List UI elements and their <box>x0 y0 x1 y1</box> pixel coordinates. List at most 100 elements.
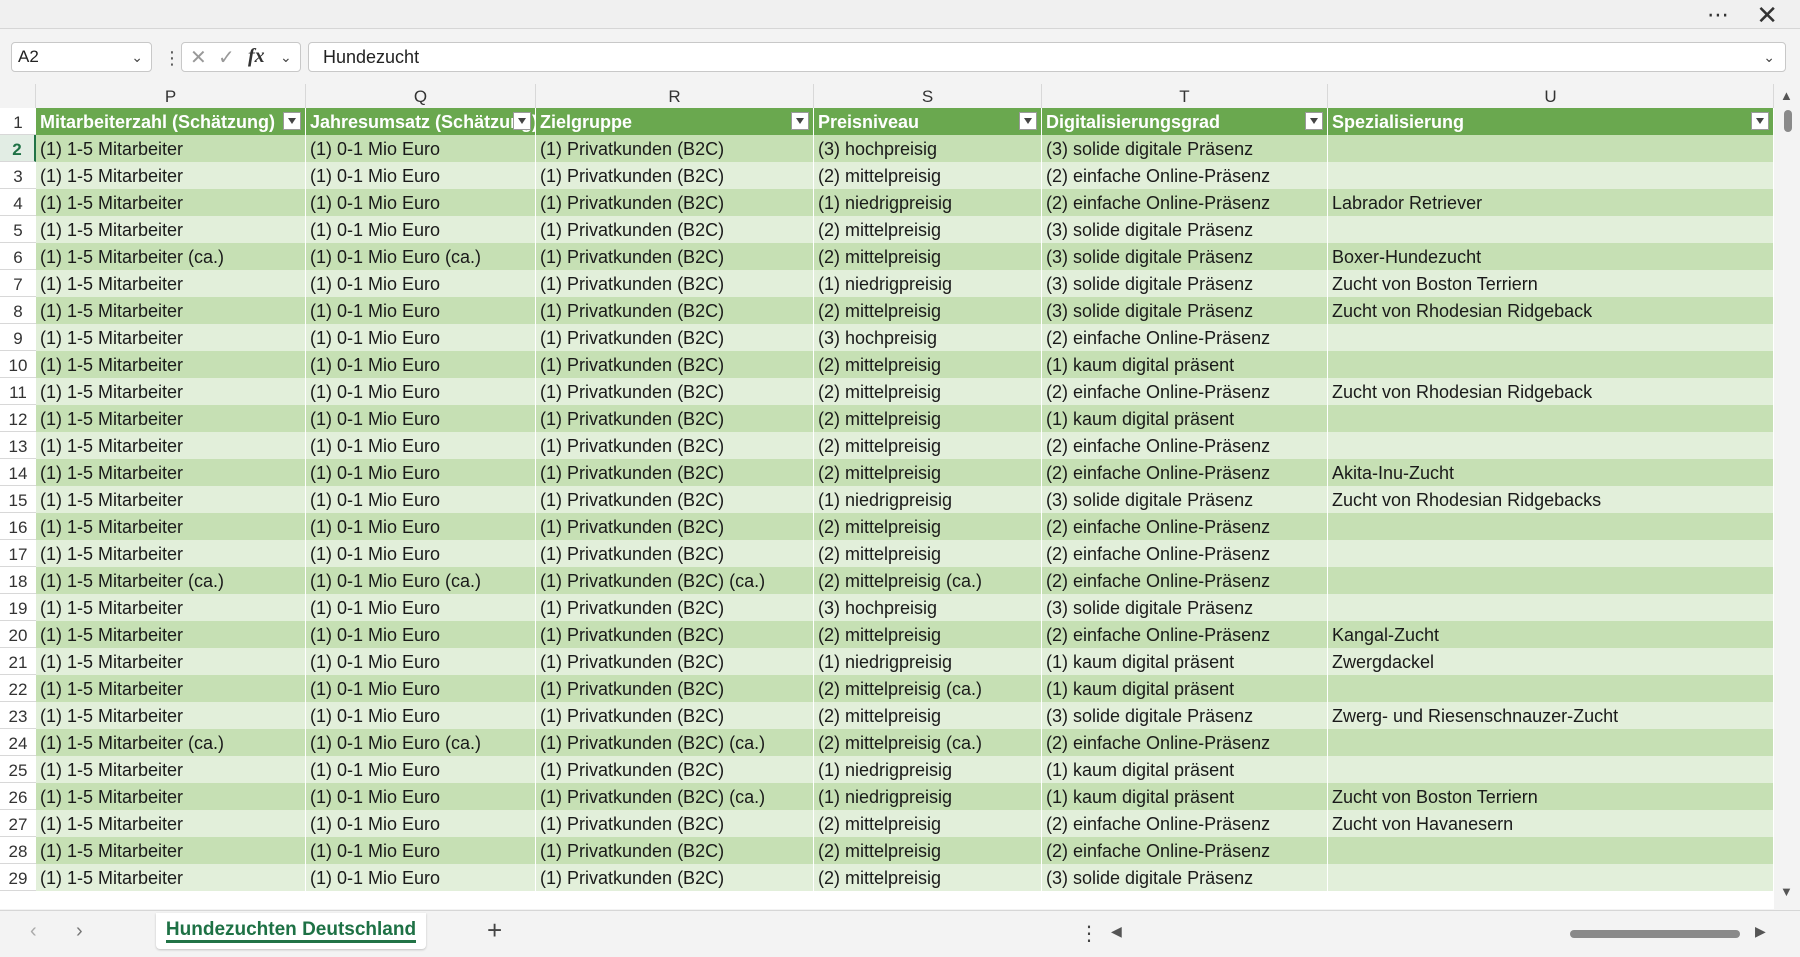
column-header-t[interactable]: T <box>1042 84 1328 108</box>
table-cell[interactable]: (3) solide digitale Präsenz <box>1042 864 1328 891</box>
formula-input[interactable]: Hundezucht ⌄ <box>308 42 1786 72</box>
row-header[interactable]: 3 <box>0 162 36 189</box>
row-header[interactable]: 29 <box>0 864 36 891</box>
row-header[interactable]: 18 <box>0 567 36 594</box>
column-header-s[interactable]: S <box>814 84 1042 108</box>
table-cell[interactable]: (1) 0-1 Mio Euro <box>306 162 536 189</box>
more-vertical-icon[interactable]: ⋮ <box>163 48 181 69</box>
row-header[interactable]: 19 <box>0 594 36 621</box>
table-cell[interactable]: (2) einfache Online-Präsenz <box>1042 324 1328 351</box>
table-cell[interactable]: (1) kaum digital präsent <box>1042 405 1328 432</box>
table-cell[interactable]: (1) Privatkunden (B2C) <box>536 270 814 297</box>
chevron-down-icon[interactable]: ⌄ <box>280 49 292 66</box>
table-cell[interactable]: (1) Privatkunden (B2C) <box>536 297 814 324</box>
table-cell[interactable]: (3) solide digitale Präsenz <box>1042 594 1328 621</box>
table-cell[interactable]: (1) Privatkunden (B2C) <box>536 189 814 216</box>
table-cell[interactable] <box>1328 405 1774 432</box>
row-header[interactable]: 23 <box>0 702 36 729</box>
table-cell[interactable]: (1) 1-5 Mitarbeiter <box>36 324 306 351</box>
cancel-icon[interactable]: ✕ <box>190 45 207 70</box>
table-cell[interactable]: (3) solide digitale Präsenz <box>1042 216 1328 243</box>
table-cell[interactable] <box>1328 729 1774 756</box>
table-cell[interactable]: (1) 1-5 Mitarbeiter <box>36 621 306 648</box>
table-cell[interactable]: (1) Privatkunden (B2C) <box>536 243 814 270</box>
table-cell[interactable]: (1) niedrigpreisig <box>814 486 1042 513</box>
table-cell[interactable]: (1) 1-5 Mitarbeiter (ca.) <box>36 567 306 594</box>
table-cell[interactable]: (1) 1-5 Mitarbeiter <box>36 756 306 783</box>
row-header[interactable]: 28 <box>0 837 36 864</box>
scroll-right-icon[interactable]: ▶ <box>1755 923 1766 940</box>
table-cell[interactable]: Zucht von Havanesern <box>1328 810 1774 837</box>
table-cell[interactable]: (1) Privatkunden (B2C) <box>536 324 814 351</box>
more-vertical-icon[interactable]: ⋮ <box>1079 921 1099 946</box>
row-header[interactable]: 20 <box>0 621 36 648</box>
table-cell[interactable]: (1) 1-5 Mitarbeiter <box>36 432 306 459</box>
table-cell[interactable]: (1) niedrigpreisig <box>814 189 1042 216</box>
table-cell[interactable]: Zucht von Rhodesian Ridgeback <box>1328 297 1774 324</box>
table-cell[interactable]: (1) 1-5 Mitarbeiter <box>36 783 306 810</box>
table-cell[interactable]: (2) einfache Online-Präsenz <box>1042 729 1328 756</box>
table-cell[interactable]: (2) einfache Online-Präsenz <box>1042 189 1328 216</box>
table-cell[interactable]: (1) Privatkunden (B2C) <box>536 405 814 432</box>
table-cell[interactable]: Boxer-Hundezucht <box>1328 243 1774 270</box>
table-cell[interactable] <box>1328 837 1774 864</box>
table-cell[interactable]: (1) 0-1 Mio Euro <box>306 540 536 567</box>
table-cell[interactable]: (2) einfache Online-Präsenz <box>1042 459 1328 486</box>
more-options-icon[interactable]: ⋯ <box>1707 2 1730 28</box>
table-cell[interactable]: (1) niedrigpreisig <box>814 756 1042 783</box>
column-header-r[interactable]: R <box>536 84 814 108</box>
table-cell[interactable]: (1) 1-5 Mitarbeiter <box>36 513 306 540</box>
table-cell[interactable]: (1) 0-1 Mio Euro <box>306 270 536 297</box>
table-cell[interactable]: (2) einfache Online-Präsenz <box>1042 810 1328 837</box>
table-cell[interactable]: (2) mittelpreisig <box>814 459 1042 486</box>
table-cell[interactable]: (1) Privatkunden (B2C) <box>536 837 814 864</box>
header-cell[interactable]: Mitarbeiterzahl (Schätzung) <box>36 108 306 135</box>
table-cell[interactable]: (1) 0-1 Mio Euro <box>306 621 536 648</box>
table-cell[interactable]: (1) 0-1 Mio Euro <box>306 702 536 729</box>
table-cell[interactable] <box>1328 567 1774 594</box>
table-cell[interactable]: (1) Privatkunden (B2C) <box>536 351 814 378</box>
table-cell[interactable]: (2) mittelpreisig <box>814 702 1042 729</box>
spreadsheet-grid[interactable]: PQRSTU 1 2 3 4 5 6 7 8 9 10 11 12 13 14 15 16 17 18 19 20 21… <box>0 84 1774 909</box>
row-header[interactable]: 10 <box>0 351 36 378</box>
table-cell[interactable]: (1) 1-5 Mitarbeiter <box>36 378 306 405</box>
filter-dropdown-icon[interactable] <box>1019 112 1037 130</box>
table-cell[interactable]: (2) mittelpreisig <box>814 297 1042 324</box>
table-cell[interactable]: (3) solide digitale Präsenz <box>1042 702 1328 729</box>
table-cell[interactable]: (3) solide digitale Präsenz <box>1042 270 1328 297</box>
column-header-q[interactable]: Q <box>306 84 536 108</box>
table-cell[interactable]: (2) mittelpreisig <box>814 405 1042 432</box>
scroll-up-icon[interactable]: ▲ <box>1780 88 1793 103</box>
filter-dropdown-icon[interactable] <box>1751 112 1769 130</box>
table-cell[interactable]: (1) niedrigpreisig <box>814 783 1042 810</box>
header-cell[interactable]: Jahresumsatz (Schätzung) <box>306 108 536 135</box>
table-cell[interactable]: (2) mittelpreisig <box>814 351 1042 378</box>
row-header[interactable]: 5 <box>0 216 36 243</box>
table-cell[interactable]: (1) kaum digital präsent <box>1042 351 1328 378</box>
select-all-corner[interactable] <box>0 84 36 108</box>
table-cell[interactable]: (1) Privatkunden (B2C) (ca.) <box>536 729 814 756</box>
row-header[interactable]: 15 <box>0 486 36 513</box>
scroll-left-icon[interactable]: ◀ <box>1111 923 1122 940</box>
table-cell[interactable]: (2) einfache Online-Präsenz <box>1042 540 1328 567</box>
table-cell[interactable]: (1) Privatkunden (B2C) <box>536 702 814 729</box>
table-cell[interactable]: (1) niedrigpreisig <box>814 648 1042 675</box>
row-header[interactable]: 1 <box>0 108 36 135</box>
table-cell[interactable]: (1) 0-1 Mio Euro <box>306 324 536 351</box>
table-cell[interactable]: (2) mittelpreisig (ca.) <box>814 567 1042 594</box>
add-sheet-button[interactable]: + <box>487 915 502 946</box>
row-header[interactable]: 14 <box>0 459 36 486</box>
table-cell[interactable]: Zwergdackel <box>1328 648 1774 675</box>
table-cell[interactable]: (1) 0-1 Mio Euro <box>306 216 536 243</box>
row-header[interactable]: 6 <box>0 243 36 270</box>
table-cell[interactable]: (1) 1-5 Mitarbeiter (ca.) <box>36 729 306 756</box>
table-cell[interactable]: (2) einfache Online-Präsenz <box>1042 513 1328 540</box>
sheet-tab-hundezuchten[interactable]: Hundezuchten Deutschland <box>156 913 426 949</box>
table-cell[interactable] <box>1328 513 1774 540</box>
table-cell[interactable] <box>1328 675 1774 702</box>
next-sheet-icon[interactable]: › <box>76 920 83 943</box>
table-cell[interactable]: (1) Privatkunden (B2C) <box>536 135 814 162</box>
table-cell[interactable]: (1) Privatkunden (B2C) <box>536 459 814 486</box>
table-cell[interactable]: (2) einfache Online-Präsenz <box>1042 567 1328 594</box>
table-cell[interactable]: (3) solide digitale Präsenz <box>1042 486 1328 513</box>
